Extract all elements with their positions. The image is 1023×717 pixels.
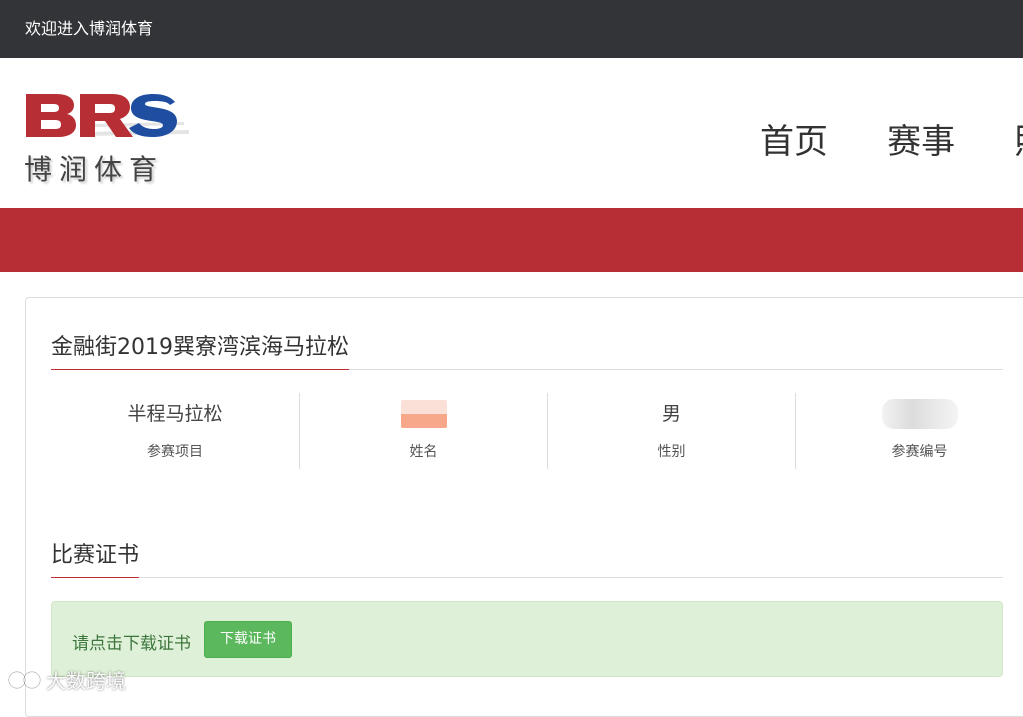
brs-logo-mark [26,94,189,137]
info-cell-name: 姓名 [299,393,547,469]
nav-item-home[interactable]: 首页 [760,122,828,162]
info-cell-bib: 参赛编号 [795,393,1023,469]
gender-value: 男 [661,403,681,425]
watermark: 大数跨境 [8,664,126,694]
bib-redacted [881,399,958,429]
watermark-logo-icon [8,669,41,689]
nav-item-photos[interactable]: 照 [1014,122,1023,162]
welcome-text: 欢迎进入博润体育 [25,19,154,38]
nav-item-events[interactable]: 赛事 [887,122,955,162]
category-label: 参赛项目 [147,444,203,460]
banner-band [0,208,1023,272]
category-value: 半程马拉松 [127,403,223,425]
watermark-text: 大数跨境 [46,668,126,693]
name-value [300,399,547,429]
certificate-title-row: 比赛证书 [51,537,1003,578]
bib-value [796,399,1023,429]
logo-chinese-text: 博润体育 [24,153,165,186]
runner-info-row: 半程马拉松 参赛项目 姓名 男 性别 参赛编号 [51,393,1023,469]
result-panel: 金融街2019巽寮湾滨海马拉松 半程马拉松 参赛项目 姓名 男 性别 参赛编号 … [25,297,1023,717]
site-header: 博润体育 首页 赛事 照 [0,58,1023,208]
certificate-prompt: 请点击下载证书 [72,634,191,654]
name-label: 姓名 [409,444,438,460]
info-cell-category: 半程马拉松 参赛项目 [51,393,299,469]
brs-logo[interactable]: 博润体育 [24,92,189,186]
gender-label: 性别 [657,444,686,460]
certificate-alert: 请点击下载证书 下载证书 [51,601,1003,677]
download-certificate-button[interactable]: 下载证书 [204,621,292,658]
info-cell-gender: 男 性别 [547,393,795,469]
name-redacted [400,400,447,428]
certificate-title: 比赛证书 [51,537,140,578]
event-title: 金融街2019巽寮湾滨海马拉松 [51,329,349,370]
main-nav: 首页 赛事 照 [760,114,1023,163]
top-bar: 欢迎进入博润体育 [0,0,1023,58]
event-title-row: 金融街2019巽寮湾滨海马拉松 [51,329,1003,370]
bib-label: 参赛编号 [891,444,948,460]
